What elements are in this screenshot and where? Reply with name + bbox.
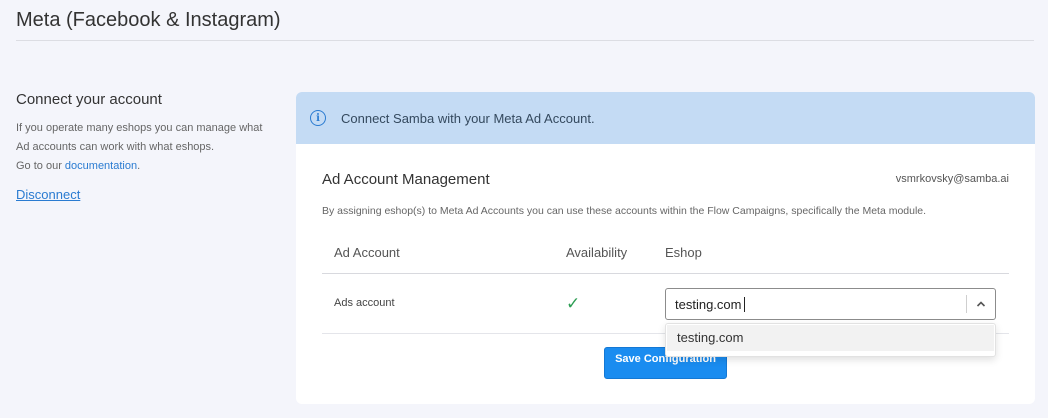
title-divider [16,40,1034,41]
desc-prefix: Go to our [16,160,65,172]
connect-title: Connect your account [16,91,162,108]
connect-desc-line2: Ad accounts can work with what eshops. [16,141,215,153]
eshop-input[interactable] [675,289,955,319]
ad-account-card: i Connect Samba with your Meta Ad Accoun… [296,92,1035,404]
eshop-select[interactable] [665,288,996,320]
chevron-up-icon[interactable] [976,299,986,309]
page-title: Meta (Facebook & Instagram) [16,9,281,31]
header-availability: Availability [566,245,628,260]
dropdown-option[interactable]: testing.com [667,325,994,351]
connect-description: If you operate many eshops you can manag… [16,119,276,176]
connect-panel: Connect your account If you operate many… [16,91,276,204]
row-account-name: Ads account [334,297,395,309]
connect-desc-line3: Go to our documentation. [16,157,276,176]
disconnect-link[interactable]: Disconnect [16,187,80,202]
header-ad-account: Ad Account [334,245,400,260]
banner-text: Connect Samba with your Meta Ad Account. [341,110,595,126]
select-divider [966,295,967,313]
user-email: vsmrkovsky@samba.ai [895,173,1009,185]
info-banner: i Connect Samba with your Meta Ad Accoun… [296,92,1035,144]
header-eshop: Eshop [665,245,702,260]
check-icon: ✓ [566,294,581,313]
management-title: Ad Account Management [322,171,490,188]
info-icon: i [310,110,326,126]
management-description: By assigning eshop(s) to Meta Ad Account… [322,205,927,217]
eshop-dropdown-menu: testing.com [665,323,996,357]
text-caret [744,297,745,312]
connect-desc-line1: If you operate many eshops you can manag… [16,122,263,134]
documentation-link[interactable]: documentation [65,160,137,172]
table-header: Ad Account Availability Eshop [322,238,1009,274]
desc-suffix: . [137,160,141,172]
